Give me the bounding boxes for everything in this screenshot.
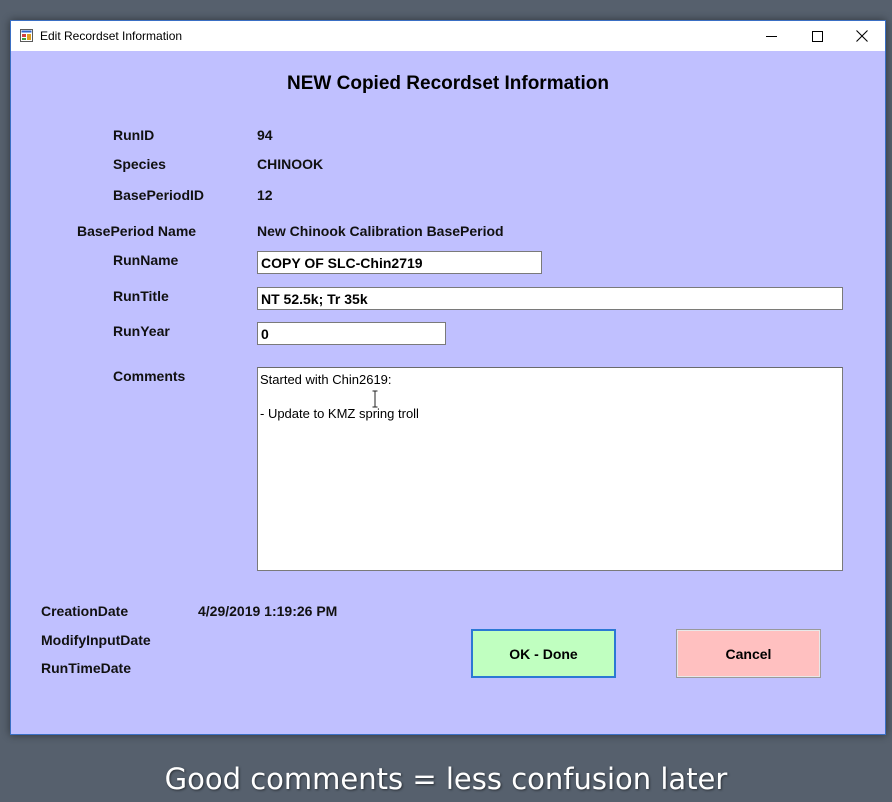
window-title: Edit Recordset Information: [40, 29, 183, 43]
modify-input-date-label: ModifyInputDate: [41, 632, 151, 648]
creation-date-label: CreationDate: [41, 603, 129, 619]
maximize-icon: [811, 30, 823, 42]
creation-date-value: 4/29/2019 1:19:26 PM: [198, 603, 338, 619]
base-period-name-label: BasePeriod Name: [77, 223, 197, 239]
app-window-icon: [20, 29, 33, 42]
edit-recordset-window: Edit Recordset Information NEW Copied Re…: [10, 20, 886, 735]
run-id-value: 94: [257, 127, 273, 143]
close-button[interactable]: [839, 21, 885, 51]
base-period-name-value: New Chinook Calibration BasePeriod: [257, 223, 504, 239]
minimize-icon: [765, 31, 777, 42]
run-name-label: RunName: [113, 252, 179, 268]
run-id-label: RunID: [113, 127, 155, 143]
comments-label: Comments: [113, 368, 186, 384]
minimize-button[interactable]: [748, 21, 794, 51]
base-period-id-label: BasePeriodID: [113, 187, 205, 203]
species-value: CHINOOK: [257, 156, 324, 172]
close-icon: [856, 30, 868, 42]
maximize-button[interactable]: [794, 21, 840, 51]
cancel-button[interactable]: Cancel: [676, 629, 821, 678]
run-title-input[interactable]: [257, 287, 843, 310]
run-name-input[interactable]: [257, 251, 542, 274]
species-label: Species: [113, 156, 166, 172]
run-year-input[interactable]: [257, 322, 446, 345]
run-year-label: RunYear: [113, 323, 170, 339]
comments-textarea[interactable]: Started with Chin2619: - Update to KMZ s…: [257, 367, 843, 571]
base-period-id-value: 12: [257, 187, 273, 203]
form-heading: NEW Copied Recordset Information: [287, 73, 609, 94]
ok-done-button[interactable]: OK - Done: [471, 629, 616, 678]
run-time-date-label: RunTimeDate: [41, 660, 131, 676]
run-title-label: RunTitle: [113, 288, 169, 304]
video-caption: Good comments = less confusion later: [164, 762, 728, 796]
text-cursor-icon: [372, 390, 378, 408]
title-bar[interactable]: Edit Recordset Information: [11, 21, 885, 51]
